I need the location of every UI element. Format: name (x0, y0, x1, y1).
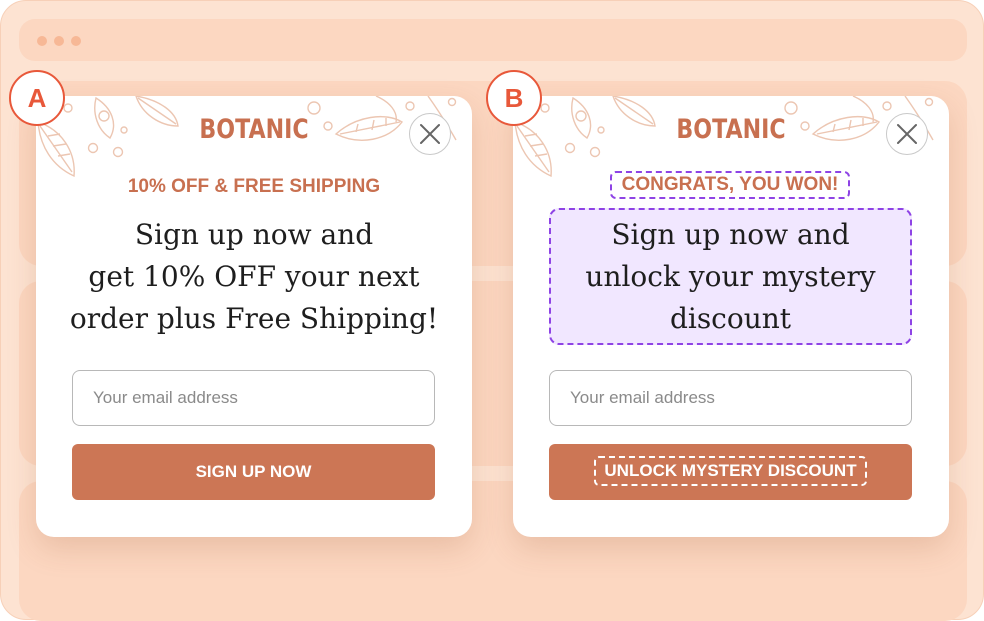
close-icon (420, 124, 440, 144)
brand-logo: BOTANIC (199, 114, 309, 145)
headline-line: Sign up now and (134, 218, 374, 251)
unlock-discount-button[interactable]: UNLOCK MYSTERY DISCOUNT (549, 444, 912, 500)
window-dot-icon (54, 36, 64, 46)
unlock-discount-label: UNLOCK MYSTERY DISCOUNT (594, 455, 867, 486)
headline-line: discount (669, 302, 792, 335)
email-placeholder: Your email address (570, 388, 715, 407)
headline: Sign up now and get 10% OFF your next or… (56, 214, 452, 340)
headline: Sign up now and unlock your mystery disc… (549, 208, 912, 345)
close-button[interactable] (886, 113, 928, 155)
close-icon (897, 124, 917, 144)
close-button[interactable] (409, 113, 451, 155)
browser-address-bar (19, 19, 967, 61)
headline-line: Sign up now and (611, 218, 850, 251)
brand-logo: BOTANIC (676, 114, 786, 145)
window-dot-icon (71, 36, 81, 46)
variant-badge-b: B (486, 70, 542, 126)
headline-line: unlock your mystery (585, 260, 876, 293)
email-field[interactable]: Your email address (549, 370, 912, 426)
signup-button[interactable]: SIGN UP NOW (72, 444, 435, 500)
variant-badge-a: A (9, 70, 65, 126)
headline-line: order plus Free Shipping! (69, 302, 439, 335)
popup-variant-b: BOTANIC CONGRATS, YOU WON! Sign up now a… (513, 96, 949, 537)
offer-tagline: CONGRATS, YOU WON! (610, 171, 850, 199)
email-field[interactable]: Your email address (72, 370, 435, 426)
headline-line: get 10% OFF your next (88, 260, 420, 293)
email-placeholder: Your email address (93, 388, 238, 407)
popup-variant-a: BOTANIC 10% OFF & FREE SHIPPING Sign up … (36, 96, 472, 537)
window-dot-icon (37, 36, 47, 46)
offer-tagline: 10% OFF & FREE SHIPPING (127, 176, 381, 197)
